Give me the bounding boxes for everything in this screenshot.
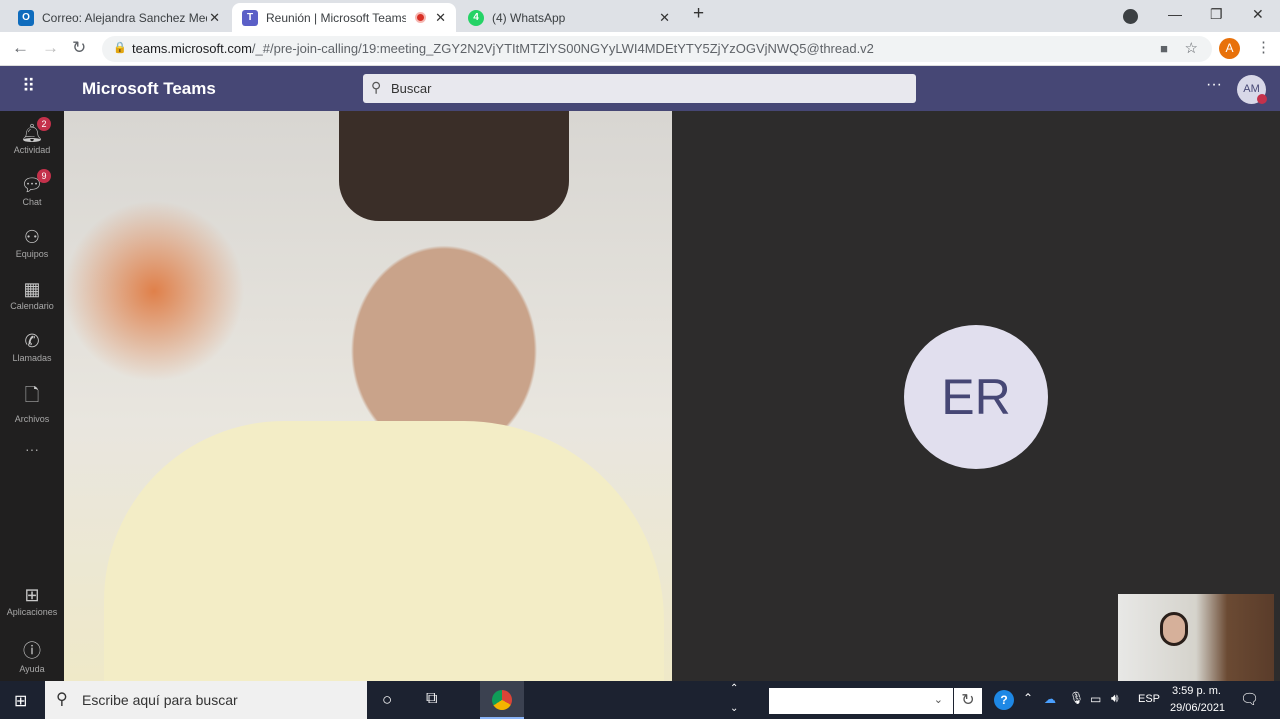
lock-icon: 🔒 xyxy=(113,42,127,54)
search-icon: ⚲ xyxy=(56,691,68,708)
microphone-icon[interactable]: 🎙︎ xyxy=(1069,691,1084,705)
participant-avatar: ER xyxy=(904,325,1048,469)
rail-label: Archivos xyxy=(14,414,50,424)
task-view-icon[interactable]: ⧉ xyxy=(426,690,437,708)
phone-icon: ✆ xyxy=(24,331,40,351)
notifications-icon[interactable]: 🗨︎ xyxy=(1240,690,1259,708)
clock-time[interactable]: 3:59 p. m. xyxy=(1172,685,1221,697)
rail-item-help[interactable]: ⓘ Ayuda xyxy=(0,637,64,674)
windows-taskbar: ⊞ ⚲ Escribe aquí para buscar ○ ⧉ ⌃ ⌄ ⌄ ↻… xyxy=(0,681,1280,719)
search-placeholder: Buscar xyxy=(391,81,432,96)
url-path: /_#/pre-join-calling/19:meeting_ZGY2N2Vj… xyxy=(251,41,874,56)
browser-tab-bar: O Correo: Alejandra Sanchez Medina ✕ T R… xyxy=(0,0,1280,32)
language-indicator[interactable]: ESP xyxy=(1138,693,1160,705)
self-video-face xyxy=(1160,612,1188,646)
status-busy-icon xyxy=(1257,94,1267,104)
camera-icon[interactable]: ■ xyxy=(1160,41,1168,56)
self-video-preview[interactable] xyxy=(1118,594,1274,681)
tab-search-icon[interactable] xyxy=(1123,9,1138,24)
chat-icon: 💬︎ xyxy=(20,175,44,195)
rail-item-calls[interactable]: ✆ Llamadas xyxy=(0,331,64,363)
forward-button[interactable]: → xyxy=(42,38,59,58)
scroll-down-icon[interactable]: ⌄ xyxy=(730,703,738,714)
app-rail: 🔔︎ Actividad 2 💬︎ Chat 9 ⚇ Equipos ▦ Calendari… xyxy=(0,111,64,681)
menu-icon[interactable]: ⋮ xyxy=(1256,38,1271,56)
close-window-button[interactable]: ✕ xyxy=(1252,6,1264,23)
address-bar-row: ← → ↻ 🔒 teams.microsoft.com/_#/pre-join-… xyxy=(0,32,1280,66)
taskbar-search-placeholder: Escribe aquí para buscar xyxy=(82,692,238,708)
more-apps-icon[interactable]: ··· xyxy=(0,441,64,457)
rail-label: Equipos xyxy=(15,249,49,259)
calendar-icon: ▦ xyxy=(23,279,41,299)
refresh-icon[interactable]: ↻ xyxy=(954,688,982,714)
rail-label: Llamadas xyxy=(12,353,52,363)
help-tray-icon[interactable]: ? xyxy=(994,690,1014,710)
windows-start-icon[interactable]: ⊞ xyxy=(14,691,27,711)
show-hidden-icons[interactable]: ⌃ xyxy=(1023,691,1033,705)
rail-item-chat[interactable]: 💬︎ Chat 9 xyxy=(0,169,64,207)
chevron-down-icon[interactable]: ⌄ xyxy=(934,693,943,706)
whatsapp-icon: 4 xyxy=(468,9,484,26)
tab-outlook[interactable]: O Correo: Alejandra Sanchez Medina ✕ xyxy=(8,3,230,32)
teams-icon: T xyxy=(242,9,258,26)
app-title: Microsoft Teams xyxy=(82,79,216,98)
tab-title: Correo: Alejandra Sanchez Medina xyxy=(42,10,207,25)
rail-item-teams[interactable]: ⚇ Equipos xyxy=(0,227,64,259)
tab-teams[interactable]: T Reunión | Microsoft Teams ✕ xyxy=(232,3,456,32)
chrome-taskbar-button[interactable] xyxy=(480,681,524,719)
chrome-icon xyxy=(492,690,512,710)
rail-label: Actividad xyxy=(13,145,51,155)
help-icon: ⓘ xyxy=(23,641,41,661)
close-tab-icon[interactable]: ✕ xyxy=(209,10,220,26)
participant-video xyxy=(64,111,672,681)
tab-title: (4) WhatsApp xyxy=(492,10,566,25)
taskbar-search-input[interactable]: ⚲ Escribe aquí para buscar xyxy=(45,681,367,719)
new-tab-button[interactable]: + xyxy=(693,3,704,25)
rail-label: Calendario xyxy=(10,301,54,311)
minimize-button[interactable]: — xyxy=(1168,6,1182,22)
search-input[interactable]: ⚲ Buscar xyxy=(363,74,916,103)
video-shirt xyxy=(104,421,664,681)
tab-title: Reunión | Microsoft Teams xyxy=(266,10,406,25)
back-button[interactable]: ← xyxy=(12,38,29,58)
onedrive-icon[interactable]: ☁ xyxy=(1044,692,1056,706)
battery-icon[interactable]: ▭ xyxy=(1090,692,1101,706)
video-hair xyxy=(339,111,569,221)
scroll-up-icon[interactable]: ⌃ xyxy=(730,683,738,694)
reload-button[interactable]: ↻ xyxy=(72,38,86,58)
outlook-icon: O xyxy=(18,9,34,26)
bookmark-star-icon[interactable]: ☆ xyxy=(1185,39,1198,57)
search-icon: ⚲ xyxy=(371,79,382,95)
rail-label: Aplicaciones xyxy=(6,607,58,617)
badge: 9 xyxy=(37,169,51,183)
rail-item-calendar[interactable]: ▦ Calendario xyxy=(0,279,64,311)
teams-header: ⠿ Microsoft Teams ⚲ Buscar ··· AM xyxy=(0,66,1280,111)
app-launcher-icon[interactable]: ⠿ xyxy=(22,76,35,97)
recording-icon xyxy=(415,12,426,23)
rail-label: Ayuda xyxy=(19,664,45,674)
url-host: teams.microsoft.com xyxy=(132,41,252,56)
cortana-icon[interactable]: ○ xyxy=(382,690,392,710)
maximize-button[interactable]: ❐ xyxy=(1210,6,1223,23)
clock-date[interactable]: 29/06/2021 xyxy=(1170,702,1225,714)
file-icon: 🗋 xyxy=(24,385,40,405)
badge: 2 xyxy=(37,117,51,131)
url-input[interactable]: 🔒 teams.microsoft.com/_#/pre-join-callin… xyxy=(102,36,1212,62)
teams-icon: ⚇ xyxy=(23,227,41,247)
profile-avatar[interactable]: A xyxy=(1219,38,1240,59)
rail-item-apps[interactable]: ⊞ Aplicaciones xyxy=(0,585,64,617)
close-tab-icon[interactable]: ✕ xyxy=(659,10,670,26)
rail-label: Chat xyxy=(22,197,42,207)
tab-whatsapp[interactable]: 4 (4) WhatsApp ✕ xyxy=(458,3,680,32)
address-toolbar-input[interactable]: ⌄ xyxy=(769,688,953,714)
apps-icon: ⊞ xyxy=(24,585,40,605)
volume-icon[interactable]: 🔊︎ xyxy=(1111,691,1119,706)
bell-icon: 🔔︎ xyxy=(20,123,44,143)
more-options-icon[interactable]: ··· xyxy=(1206,76,1222,94)
close-tab-icon[interactable]: ✕ xyxy=(435,10,446,26)
rail-item-files[interactable]: 🗋 Archivos xyxy=(0,383,64,424)
rail-item-activity[interactable]: 🔔︎ Actividad 2 xyxy=(0,117,64,155)
